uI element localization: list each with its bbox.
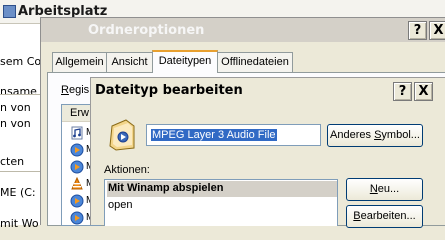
left-pane-item[interactable]: sem Co [0, 55, 41, 68]
tab-dateitypen[interactable]: Dateitypen [152, 50, 218, 73]
actions-list[interactable]: Mit Winamp abspielen open [104, 179, 338, 226]
edit-action-button[interactable]: Bearbeiten... [346, 205, 423, 228]
media-play-icon [70, 160, 84, 174]
new-action-button[interactable]: Neu... [346, 178, 423, 201]
registered-types-label: Regis [61, 84, 90, 96]
edit-file-type-dialog: Dateityp bearbeiten ? X MPEG Layer 3 Aud… [90, 77, 445, 228]
left-pane-item[interactable]: ME (C: [0, 186, 36, 199]
my-computer-icon [3, 5, 16, 18]
left-pane-item[interactable]: n von [0, 117, 31, 130]
close-button[interactable]: X [414, 82, 433, 101]
tab-allgemein[interactable]: Allgemein [52, 52, 107, 72]
left-pane-item[interactable]: n von [0, 101, 31, 114]
left-pane-item[interactable]: nsame [0, 85, 37, 98]
media-play-icon [70, 143, 84, 157]
audio-file-icon [71, 126, 83, 140]
folder-options-titlebar: Ordneroptionen ? X [41, 18, 445, 42]
action-item-winamp[interactable]: Mit Winamp abspielen [107, 181, 337, 197]
help-button[interactable]: ? [408, 21, 427, 40]
action-item-open[interactable]: open [107, 198, 337, 214]
edit-file-type-titlebar: Dateityp bearbeiten ? X [91, 78, 445, 104]
media-play-icon [70, 194, 84, 208]
file-type-description-field[interactable]: MPEG Layer 3 Audio File [146, 124, 321, 146]
media-play-icon [70, 211, 84, 225]
left-pane-item[interactable]: mit Wo [0, 217, 39, 230]
close-button[interactable]: X [429, 21, 445, 40]
help-button[interactable]: ? [393, 82, 412, 101]
vlc-cone-icon [71, 177, 83, 190]
left-pane-item[interactable]: cten [0, 155, 24, 168]
tab-ansicht[interactable]: Ansicht [106, 52, 153, 72]
tab-offlinedateien[interactable]: Offlinedateien [217, 52, 293, 72]
actions-label: Aktionen: [104, 164, 150, 176]
mp3-file-type-icon [109, 119, 135, 151]
change-icon-button[interactable]: Anderes Symbol... [327, 124, 423, 147]
dialog-title: Dateityp bearbeiten [95, 83, 243, 98]
folder-options-title: Ordneroptionen [88, 23, 205, 38]
